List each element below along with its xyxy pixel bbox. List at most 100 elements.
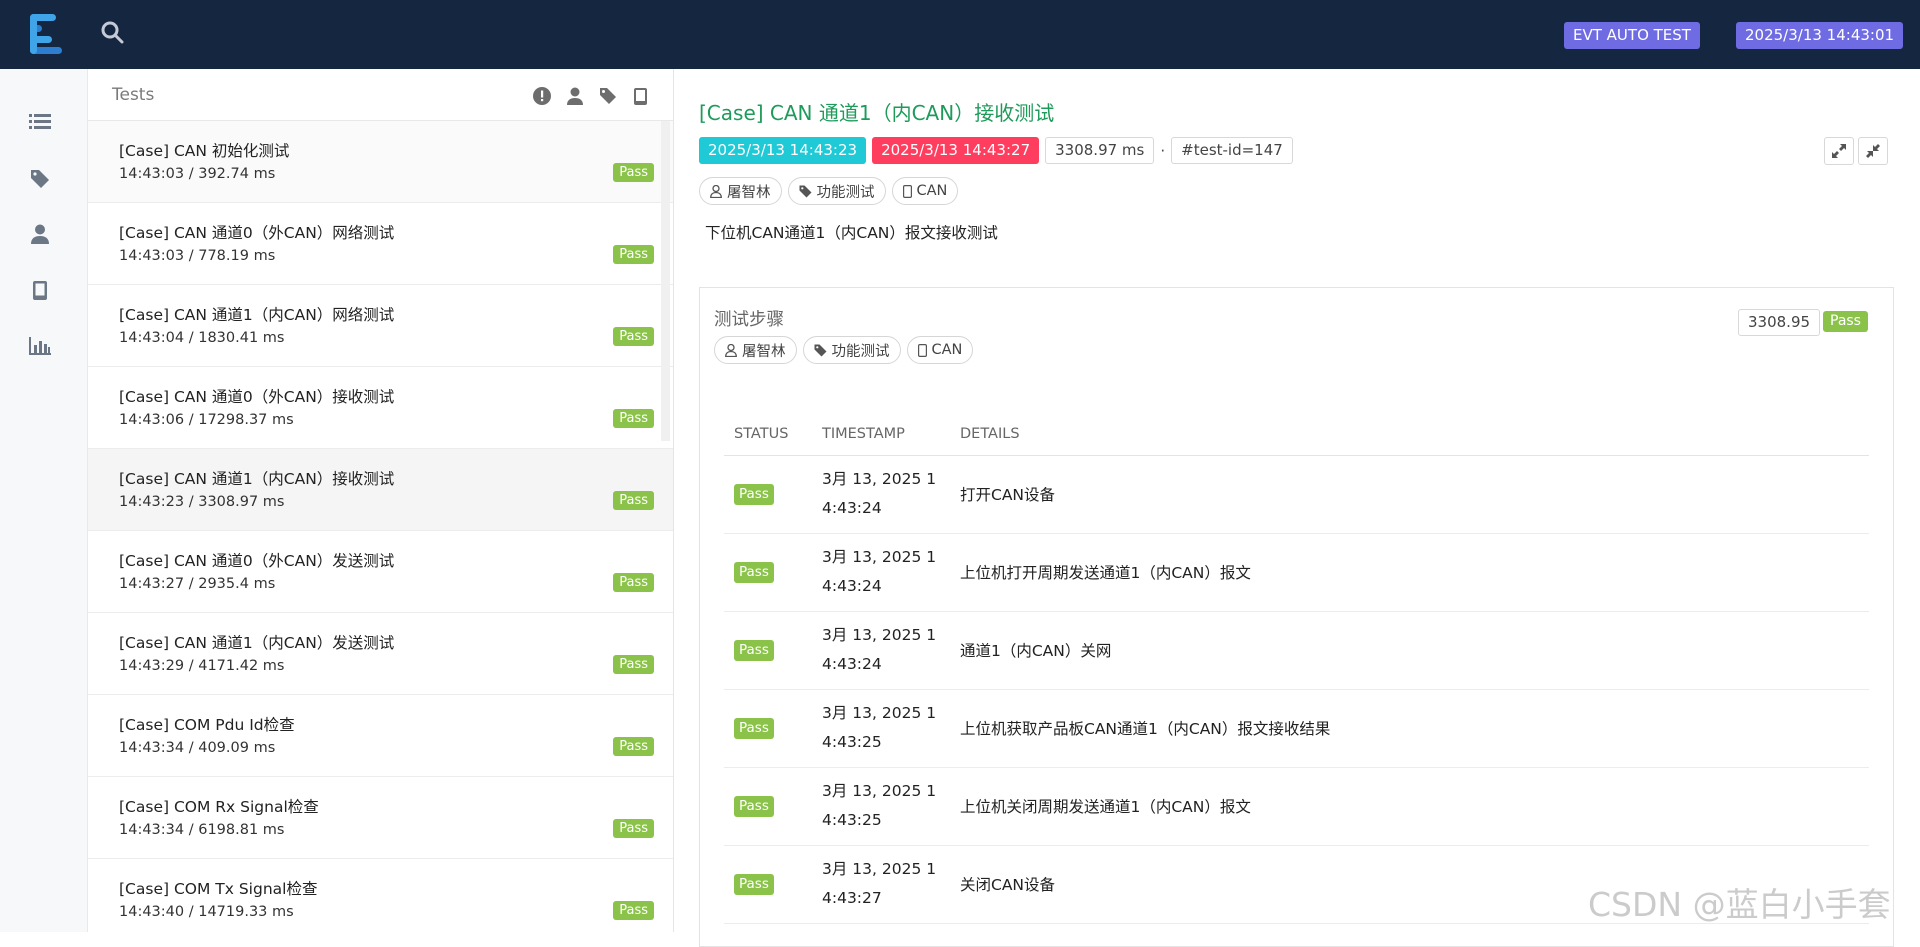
test-name: [Case] COM Tx Signal检查	[119, 880, 318, 898]
pass-badge: Pass	[734, 639, 774, 661]
steps-table-body: Pass 3月 13, 2025 1 4:43:24 打开CAN设备 Pass 3月 1…	[724, 455, 1869, 924]
list-scrollbar[interactable]	[661, 121, 670, 441]
user-icon	[725, 343, 737, 357]
test-time-duration: 14:43:04 / 1830.41 ms	[119, 330, 285, 346]
test-time-duration: 14:43:06 / 17298.37 ms	[119, 412, 294, 428]
pass-badge: Pass	[613, 737, 654, 756]
step-timestamp: 3月 13, 2025 1 4:43:24	[812, 455, 950, 534]
steps-title: 测试步骤	[714, 310, 784, 330]
duration-chip: 3308.97 ms	[1045, 137, 1155, 164]
steps-table: STATUS TIMESTAMP DETAILS Pass 3月 13, 2025…	[724, 413, 1869, 924]
device-tag[interactable]: CAN	[891, 177, 959, 205]
step-details: 上位机获取产品板CAN通道1（内CAN）报文接收结果	[950, 689, 1869, 768]
user-icon[interactable]	[28, 222, 52, 246]
test-list-item[interactable]: [Case] CAN 通道0（外CAN）接收测试 14:43:06 / 17298…	[88, 367, 673, 449]
device-icon	[917, 343, 927, 357]
end-time-chip: 2025/3/13 14:43:27	[872, 137, 1040, 164]
test-detail-panel: [Case] CAN 通道1（内CAN）接收测试 2025/3/13 14:43…	[675, 69, 1920, 947]
step-row: Pass 3月 13, 2025 1 4:43:25 上位机获取产品板CAN通道1（…	[724, 689, 1869, 768]
user-icon	[710, 184, 722, 198]
status-filter-icon[interactable]	[532, 86, 552, 106]
pass-badge: Pass	[613, 409, 654, 428]
pass-badge: Pass	[613, 245, 654, 264]
device-icon	[902, 184, 912, 198]
author-tag[interactable]: 屠智林	[699, 177, 782, 205]
device-tag[interactable]: CAN	[906, 336, 974, 364]
test-list-item[interactable]: [Case] CAN 通道1（内CAN）接收测试 14:43:23 / 3308.…	[88, 449, 673, 531]
test-time-duration: 14:43:34 / 6198.81 ms	[119, 822, 285, 838]
tests-panel: Tests [Case] CAN 初始化测试 14:43:03 / 392.74 …	[88, 69, 674, 932]
case-description: 下位机CAN通道1（内CAN）报文接收测试	[705, 224, 998, 242]
project-badge: EVT AUTO TEST	[1564, 22, 1700, 49]
pass-badge: Pass	[613, 819, 654, 838]
category-tag[interactable]: 功能测试	[787, 177, 886, 205]
tag-icon	[799, 185, 811, 197]
test-id-chip: #test-id=147	[1171, 137, 1293, 164]
pass-badge: Pass	[613, 327, 654, 346]
test-steps-card: 测试步骤 3308.95 Pass 屠智林 功能测试 CAN STATUS TI…	[699, 287, 1894, 947]
test-time-duration: 14:43:03 / 778.19 ms	[119, 248, 276, 264]
step-details: 通道1（内CAN）关网	[950, 611, 1869, 690]
pass-badge: Pass	[613, 655, 654, 674]
pass-badge: Pass	[734, 795, 774, 817]
step-timestamp: 3月 13, 2025 1 4:43:24	[812, 611, 950, 690]
list-icon[interactable]	[28, 110, 52, 134]
test-name: [Case] CAN 通道1（内CAN）网络测试	[119, 306, 395, 324]
chart-icon[interactable]	[28, 334, 52, 358]
step-timestamp: 3月 13, 2025 1 4:43:25	[812, 689, 950, 768]
step-timestamp: 3月 13, 2025 1 4:43:24	[812, 533, 950, 612]
search-icon[interactable]	[100, 20, 128, 48]
pass-badge: Pass	[734, 717, 774, 739]
test-time-duration: 14:43:40 / 14719.33 ms	[119, 904, 294, 920]
tests-panel-title: Tests	[112, 85, 155, 105]
steps-duration: 3308.95	[1738, 309, 1821, 336]
start-time-chip: 2025/3/13 14:43:23	[699, 137, 867, 164]
test-list-item[interactable]: [Case] CAN 初始化测试 14:43:03 / 392.74 ms Pass	[88, 121, 673, 203]
run-time-badge: 2025/3/13 14:43:01	[1736, 22, 1904, 49]
test-name: [Case] CAN 通道1（内CAN）接收测试	[119, 470, 395, 488]
tag-filter-icon[interactable]	[598, 86, 618, 106]
column-header-status: STATUS	[724, 413, 812, 456]
tag-icon[interactable]	[28, 167, 52, 191]
tag-icon	[814, 344, 826, 356]
step-details: 打开CAN设备	[950, 455, 1869, 534]
device-icon[interactable]	[28, 278, 52, 302]
step-details: 上位机关闭周期发送通道1（内CAN）报文	[950, 767, 1869, 846]
test-name: [Case] CAN 通道0（外CAN）网络测试	[119, 224, 395, 242]
step-status: Pass	[724, 767, 812, 846]
test-list-item[interactable]: [Case] CAN 通道0（外CAN）发送测试 14:43:27 / 2935.…	[88, 531, 673, 613]
test-name: [Case] COM Rx Signal检查	[119, 798, 319, 816]
pass-badge: Pass	[734, 561, 774, 583]
step-details: 上位机打开周期发送通道1（内CAN）报文	[950, 533, 1869, 612]
test-list-item[interactable]: [Case] CAN 通道1（内CAN）网络测试 14:43:04 / 1830.…	[88, 285, 673, 367]
test-name: [Case] COM Pdu Id检查	[119, 716, 295, 734]
pass-badge: Pass	[734, 873, 774, 895]
side-nav	[0, 69, 88, 932]
pass-badge: Pass	[613, 573, 654, 592]
test-time-duration: 14:43:27 / 2935.4 ms	[119, 576, 276, 592]
column-header-timestamp: TIMESTAMP	[812, 413, 950, 456]
test-list-item[interactable]: [Case] COM Pdu Id检查 14:43:34 / 409.09 ms P…	[88, 695, 673, 777]
author-filter-icon[interactable]	[565, 86, 585, 106]
test-list: [Case] CAN 初始化测试 14:43:03 / 392.74 ms Pass…	[88, 121, 673, 932]
pass-badge: Pass	[613, 491, 654, 510]
pass-badge: Pass	[613, 163, 654, 182]
test-name: [Case] CAN 通道0（外CAN）接收测试	[119, 388, 395, 406]
expand-button[interactable]	[1824, 137, 1854, 165]
tests-panel-header: Tests	[88, 69, 673, 121]
top-bar: EVT AUTO TEST 2025/3/13 14:43:01	[0, 0, 1920, 69]
collapse-button[interactable]	[1858, 137, 1888, 165]
author-tag[interactable]: 屠智林	[714, 336, 797, 364]
test-time-duration: 14:43:34 / 409.09 ms	[119, 740, 276, 756]
app-logo[interactable]	[28, 14, 64, 55]
steps-status: Pass	[1823, 310, 1868, 332]
steps-tags: 屠智林 功能测试 CAN	[714, 336, 974, 364]
device-filter-icon[interactable]	[630, 86, 650, 106]
test-list-item[interactable]: [Case] COM Tx Signal检查 14:43:40 / 14719.3…	[88, 859, 673, 932]
test-list-item[interactable]: [Case] CAN 通道1（内CAN）发送测试 14:43:29 / 4171.…	[88, 613, 673, 695]
category-tag[interactable]: 功能测试	[802, 336, 901, 364]
step-status: Pass	[724, 845, 812, 924]
test-list-item[interactable]: [Case] CAN 通道0（外CAN）网络测试 14:43:03 / 778.1…	[88, 203, 673, 285]
test-list-item[interactable]: [Case] COM Rx Signal检查 14:43:34 / 6198.81…	[88, 777, 673, 859]
step-status: Pass	[724, 689, 812, 768]
